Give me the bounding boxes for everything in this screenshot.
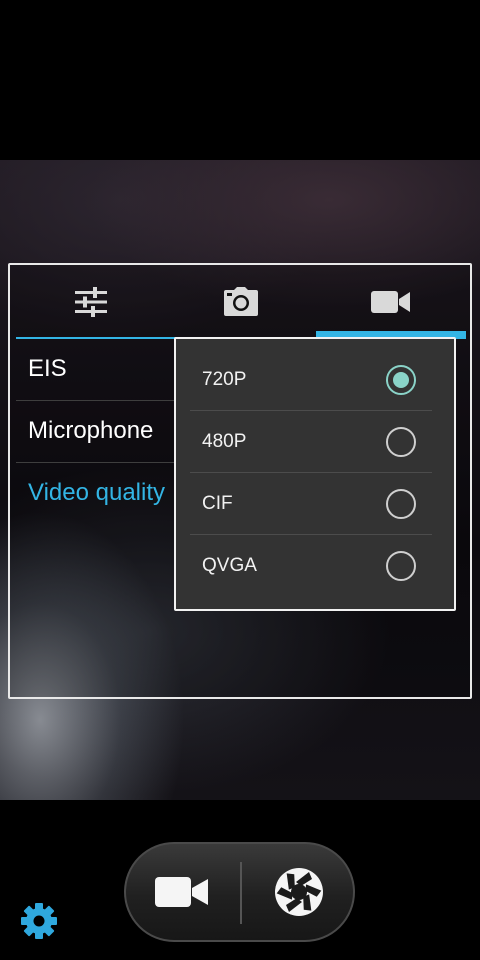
video-camera-icon [371, 291, 410, 313]
capture-controls [124, 842, 355, 942]
gear-icon [21, 903, 57, 939]
radio-button[interactable] [386, 427, 416, 457]
tab-general-settings[interactable] [16, 265, 166, 339]
shutter-icon [275, 868, 323, 916]
video-quality-dialog: 720P 480P CIF QVGA [174, 337, 456, 611]
radio-button[interactable] [386, 551, 416, 581]
settings-button[interactable] [20, 902, 58, 940]
option-label: CIF [202, 493, 233, 514]
preference-label: Microphone [28, 417, 154, 444]
preference-label: EIS [28, 355, 67, 382]
option-label: 720P [202, 369, 247, 390]
camera-icon [224, 287, 258, 316]
preference-eis[interactable]: EIS [16, 339, 182, 401]
preference-microphone[interactable]: Microphone [16, 401, 182, 463]
option-label: QVGA [202, 555, 257, 576]
option-label: 480P [202, 431, 247, 452]
preference-video-quality[interactable]: Video quality [16, 463, 182, 525]
option-480p[interactable]: 480P [190, 411, 432, 473]
tab-photo-settings[interactable] [166, 265, 316, 339]
preference-label: Video quality [28, 479, 165, 506]
radio-button-checked[interactable] [386, 365, 416, 395]
radio-button[interactable] [386, 489, 416, 519]
option-qvga[interactable]: QVGA [190, 535, 432, 597]
shutter-button[interactable] [243, 844, 355, 940]
sliders-icon [75, 287, 107, 317]
record-video-button[interactable] [126, 844, 238, 940]
option-cif[interactable]: CIF [190, 473, 432, 535]
divider [240, 862, 242, 924]
video-camera-icon [155, 877, 208, 907]
option-720p[interactable]: 720P [190, 349, 432, 411]
tab-video-settings[interactable] [316, 265, 466, 339]
settings-tabs [10, 265, 470, 339]
